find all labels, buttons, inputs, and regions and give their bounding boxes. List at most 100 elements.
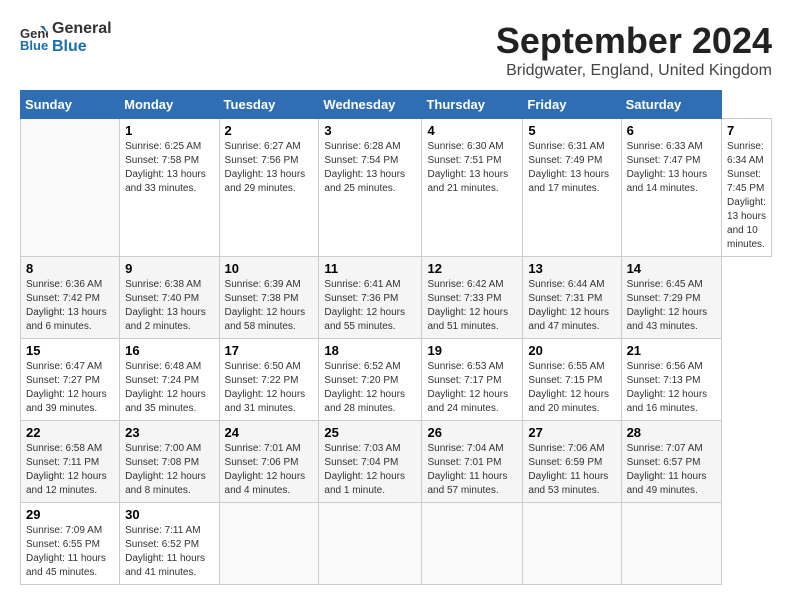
day-number: 13 <box>528 261 615 276</box>
day-cell: 10 Sunrise: 6:39 AM Sunset: 7:38 PM Dayli… <box>219 257 319 339</box>
day-number: 29 <box>26 507 114 522</box>
day-cell: 24 Sunrise: 7:01 AM Sunset: 7:06 PM Dayli… <box>219 421 319 503</box>
day-number: 28 <box>627 425 716 440</box>
day-info: Sunrise: 6:56 AM Sunset: 7:13 PM Dayligh… <box>627 360 716 416</box>
day-number: 7 <box>727 123 766 138</box>
day-of-week-header: Sunday <box>21 91 120 119</box>
day-number: 9 <box>125 261 213 276</box>
day-cell: 4Sunrise: 6:30 AM Sunset: 7:51 PM Daylig… <box>422 119 523 257</box>
day-info: Sunrise: 6:42 AM Sunset: 7:33 PM Dayligh… <box>427 278 517 334</box>
day-info: Sunrise: 6:58 AM Sunset: 7:11 PM Dayligh… <box>26 442 114 498</box>
day-number: 19 <box>427 343 517 358</box>
day-cell <box>422 503 523 585</box>
day-info: Sunrise: 7:03 AM Sunset: 7:04 PM Dayligh… <box>324 442 416 498</box>
day-cell: 12 Sunrise: 6:42 AM Sunset: 7:33 PM Dayli… <box>422 257 523 339</box>
day-cell: 27 Sunrise: 7:06 AM Sunset: 6:59 PM Dayli… <box>523 421 621 503</box>
day-info: Sunrise: 6:47 AM Sunset: 7:27 PM Dayligh… <box>26 360 114 416</box>
day-number: 24 <box>225 425 314 440</box>
day-cell: 26Sunrise: 7:04 AM Sunset: 7:01 PM Dayli… <box>422 421 523 503</box>
day-info: Sunrise: 6:41 AM Sunset: 7:36 PM Dayligh… <box>324 278 416 334</box>
day-info: Sunrise: 7:06 AM Sunset: 6:59 PM Dayligh… <box>528 442 615 498</box>
day-cell: 21 Sunrise: 6:56 AM Sunset: 7:13 PM Dayli… <box>621 339 721 421</box>
day-of-week-header: Friday <box>523 91 621 119</box>
day-number: 27 <box>528 425 615 440</box>
day-cell: 18 Sunrise: 6:52 AM Sunset: 7:20 PM Dayli… <box>319 339 422 421</box>
day-cell: 19 Sunrise: 6:53 AM Sunset: 7:17 PM Dayli… <box>422 339 523 421</box>
day-cell: 9Sunrise: 6:38 AM Sunset: 7:40 PM Daylig… <box>120 257 219 339</box>
day-info: Sunrise: 6:28 AM Sunset: 7:54 PM Dayligh… <box>324 140 416 196</box>
day-info: Sunrise: 7:04 AM Sunset: 7:01 PM Dayligh… <box>427 442 517 498</box>
day-cell: 3 Sunrise: 6:28 AM Sunset: 7:54 PM Daylig… <box>319 119 422 257</box>
day-info: Sunrise: 6:25 AM Sunset: 7:58 PM Dayligh… <box>125 140 213 196</box>
day-number: 3 <box>324 123 416 138</box>
month-title: September 2024 <box>496 20 772 62</box>
day-of-week-header: Wednesday <box>319 91 422 119</box>
day-cell: 6 Sunrise: 6:33 AM Sunset: 7:47 PM Daylig… <box>621 119 721 257</box>
day-number: 20 <box>528 343 615 358</box>
day-info: Sunrise: 6:36 AM Sunset: 7:42 PM Dayligh… <box>26 278 114 334</box>
day-cell <box>219 503 319 585</box>
day-cell: 7Sunrise: 6:34 AM Sunset: 7:45 PM Daylig… <box>722 119 772 257</box>
svg-text:Blue: Blue <box>20 38 48 52</box>
day-number: 16 <box>125 343 213 358</box>
day-number: 23 <box>125 425 213 440</box>
day-number: 8 <box>26 261 114 276</box>
calendar-week-row: 1Sunrise: 6:25 AM Sunset: 7:58 PM Daylig… <box>21 119 772 257</box>
day-cell: 2Sunrise: 6:27 AM Sunset: 7:56 PM Daylig… <box>219 119 319 257</box>
calendar-week-row: 8 Sunrise: 6:36 AM Sunset: 7:42 PM Daylig… <box>21 257 772 339</box>
day-number: 21 <box>627 343 716 358</box>
day-cell: 23 Sunrise: 7:00 AM Sunset: 7:08 PM Dayli… <box>120 421 219 503</box>
empty-day-cell <box>21 119 120 257</box>
day-number: 25 <box>324 425 416 440</box>
day-info: Sunrise: 6:27 AM Sunset: 7:56 PM Dayligh… <box>225 140 314 196</box>
day-cell: 8 Sunrise: 6:36 AM Sunset: 7:42 PM Daylig… <box>21 257 120 339</box>
day-info: Sunrise: 7:01 AM Sunset: 7:06 PM Dayligh… <box>225 442 314 498</box>
day-number: 15 <box>26 343 114 358</box>
day-number: 4 <box>427 123 517 138</box>
title-area: September 2024 Bridgwater, England, Unit… <box>496 20 772 80</box>
day-cell: 20Sunrise: 6:55 AM Sunset: 7:15 PM Dayli… <box>523 339 621 421</box>
day-cell: 11 Sunrise: 6:41 AM Sunset: 7:36 PM Dayli… <box>319 257 422 339</box>
day-number: 10 <box>225 261 314 276</box>
day-number: 14 <box>627 261 716 276</box>
day-info: Sunrise: 6:39 AM Sunset: 7:38 PM Dayligh… <box>225 278 314 334</box>
day-cell: 15 Sunrise: 6:47 AM Sunset: 7:27 PM Dayli… <box>21 339 120 421</box>
day-number: 5 <box>528 123 615 138</box>
day-info: Sunrise: 6:53 AM Sunset: 7:17 PM Dayligh… <box>427 360 517 416</box>
day-cell: 1Sunrise: 6:25 AM Sunset: 7:58 PM Daylig… <box>120 119 219 257</box>
day-number: 30 <box>125 507 213 522</box>
day-cell: 13Sunrise: 6:44 AM Sunset: 7:31 PM Dayli… <box>523 257 621 339</box>
day-cell <box>523 503 621 585</box>
day-info: Sunrise: 6:52 AM Sunset: 7:20 PM Dayligh… <box>324 360 416 416</box>
day-cell: 29Sunrise: 7:09 AM Sunset: 6:55 PM Dayli… <box>21 503 120 585</box>
day-of-week-header: Tuesday <box>219 91 319 119</box>
calendar-table: SundayMondayTuesdayWednesdayThursdayFrid… <box>20 90 772 585</box>
day-cell: 16Sunrise: 6:48 AM Sunset: 7:24 PM Dayli… <box>120 339 219 421</box>
calendar-week-row: 22Sunrise: 6:58 AM Sunset: 7:11 PM Dayli… <box>21 421 772 503</box>
day-cell: 14 Sunrise: 6:45 AM Sunset: 7:29 PM Dayli… <box>621 257 721 339</box>
day-of-week-header: Saturday <box>621 91 721 119</box>
day-info: Sunrise: 7:11 AM Sunset: 6:52 PM Dayligh… <box>125 524 213 580</box>
day-info: Sunrise: 7:00 AM Sunset: 7:08 PM Dayligh… <box>125 442 213 498</box>
logo-line2: Blue <box>52 38 112 56</box>
day-info: Sunrise: 6:50 AM Sunset: 7:22 PM Dayligh… <box>225 360 314 416</box>
day-number: 17 <box>225 343 314 358</box>
day-number: 18 <box>324 343 416 358</box>
day-number: 6 <box>627 123 716 138</box>
calendar-week-row: 29Sunrise: 7:09 AM Sunset: 6:55 PM Dayli… <box>21 503 772 585</box>
day-cell: 17 Sunrise: 6:50 AM Sunset: 7:22 PM Dayli… <box>219 339 319 421</box>
day-info: Sunrise: 6:33 AM Sunset: 7:47 PM Dayligh… <box>627 140 716 196</box>
day-number: 12 <box>427 261 517 276</box>
day-cell <box>621 503 721 585</box>
day-cell: 28 Sunrise: 7:07 AM Sunset: 6:57 PM Dayli… <box>621 421 721 503</box>
day-cell <box>319 503 422 585</box>
day-cell: 5Sunrise: 6:31 AM Sunset: 7:49 PM Daylig… <box>523 119 621 257</box>
day-number: 11 <box>324 261 416 276</box>
day-info: Sunrise: 7:07 AM Sunset: 6:57 PM Dayligh… <box>627 442 716 498</box>
day-info: Sunrise: 6:45 AM Sunset: 7:29 PM Dayligh… <box>627 278 716 334</box>
day-cell: 22Sunrise: 6:58 AM Sunset: 7:11 PM Dayli… <box>21 421 120 503</box>
location-subtitle: Bridgwater, England, United Kingdom <box>496 62 772 80</box>
day-cell: 25 Sunrise: 7:03 AM Sunset: 7:04 PM Dayli… <box>319 421 422 503</box>
day-cell: 30 Sunrise: 7:11 AM Sunset: 6:52 PM Dayli… <box>120 503 219 585</box>
logo: General Blue General Blue <box>20 20 112 55</box>
